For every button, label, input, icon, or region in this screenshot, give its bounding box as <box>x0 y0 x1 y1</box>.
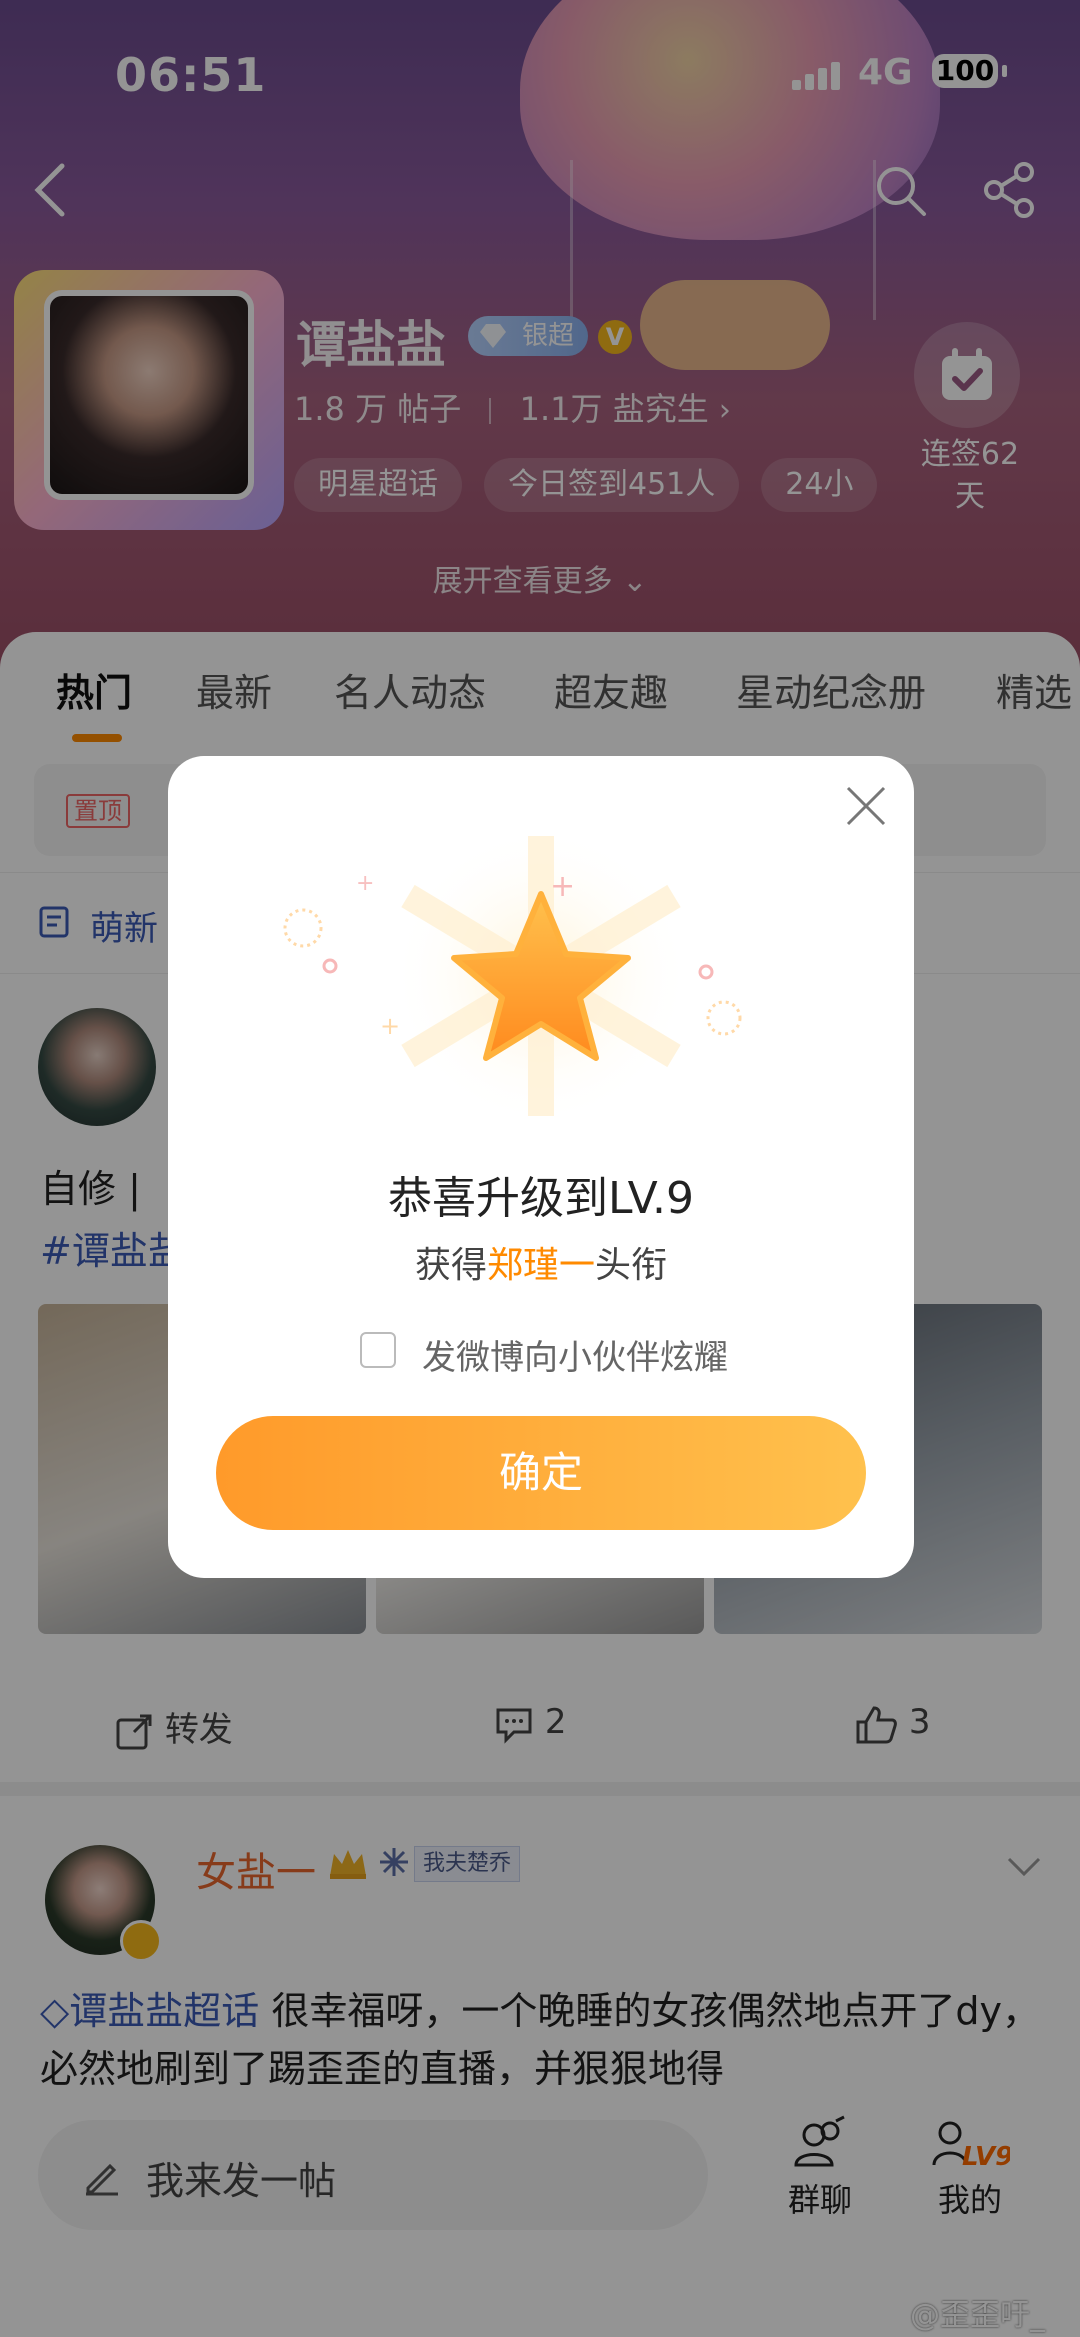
confirm-button[interactable]: 确定 <box>216 1416 866 1530</box>
title-highlight: 郑瑾一 <box>486 1245 595 1286</box>
dialog-title: 恭喜升级到LV.9 <box>387 1173 695 1224</box>
svg-text:+: + <box>550 869 575 904</box>
level-up-dialog: + + + 恭喜升级到LV.9 获得郑瑾一头衔 发微博向小伙伴炫耀 确定 <box>168 756 914 1578</box>
close-icon[interactable] <box>840 780 892 832</box>
svg-text:+: + <box>356 871 374 896</box>
subtitle-suffix: 头衔 <box>595 1245 668 1286</box>
dialog-subtitle: 获得郑瑾一头衔 <box>168 1236 914 1288</box>
share-checkbox[interactable] <box>360 1332 396 1368</box>
svg-text:+: + <box>380 1012 400 1040</box>
subtitle-prefix: 获得 <box>414 1245 487 1286</box>
star-icon: + + + <box>283 826 742 1126</box>
share-checkbox-label: 发微博向小伙伴炫耀 <box>422 1338 728 1378</box>
